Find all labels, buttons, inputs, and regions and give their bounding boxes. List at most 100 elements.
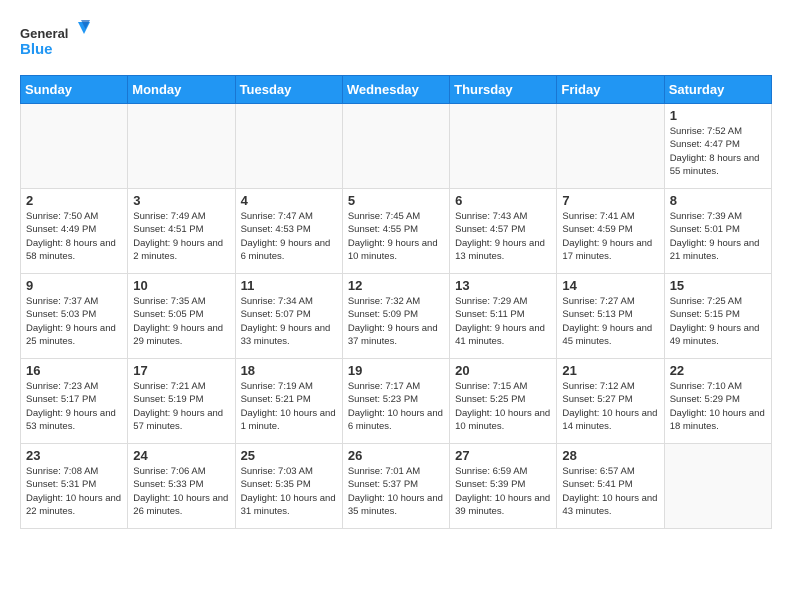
- header-sunday: Sunday: [21, 76, 128, 104]
- day-number: 13: [455, 278, 551, 293]
- calendar-cell: 26 Sunrise: 7:01 AM Sunset: 5:37 PM Dayli…: [342, 444, 449, 529]
- day-info: Sunrise: 6:57 AM Sunset: 5:41 PM Dayligh…: [562, 465, 658, 518]
- calendar-cell: 8 Sunrise: 7:39 AM Sunset: 5:01 PM Daylig…: [664, 189, 771, 274]
- calendar-cell: [128, 104, 235, 189]
- day-number: 7: [562, 193, 658, 208]
- day-info: Sunrise: 7:50 AM Sunset: 4:49 PM Dayligh…: [26, 210, 122, 263]
- day-info: Sunrise: 7:43 AM Sunset: 4:57 PM Dayligh…: [455, 210, 551, 263]
- day-info: Sunrise: 7:35 AM Sunset: 5:05 PM Dayligh…: [133, 295, 229, 348]
- header-friday: Friday: [557, 76, 664, 104]
- day-info: Sunrise: 7:29 AM Sunset: 5:11 PM Dayligh…: [455, 295, 551, 348]
- day-number: 4: [241, 193, 337, 208]
- day-number: 23: [26, 448, 122, 463]
- day-info: Sunrise: 7:27 AM Sunset: 5:13 PM Dayligh…: [562, 295, 658, 348]
- week-row-3: 16Sunrise: 7:23 AM Sunset: 5:17 PM Dayli…: [21, 359, 772, 444]
- day-info: Sunrise: 7:01 AM Sunset: 5:37 PM Dayligh…: [348, 465, 444, 518]
- day-number: 18: [241, 363, 337, 378]
- day-info: Sunrise: 7:19 AM Sunset: 5:21 PM Dayligh…: [241, 380, 337, 433]
- day-number: 22: [670, 363, 766, 378]
- day-info: Sunrise: 7:41 AM Sunset: 4:59 PM Dayligh…: [562, 210, 658, 263]
- day-info: Sunrise: 7:06 AM Sunset: 5:33 PM Dayligh…: [133, 465, 229, 518]
- week-row-2: 9 Sunrise: 7:37 AM Sunset: 5:03 PM Daylig…: [21, 274, 772, 359]
- day-number: 26: [348, 448, 444, 463]
- calendar-cell: 15 Sunrise: 7:25 AM Sunset: 5:15 PM Dayli…: [664, 274, 771, 359]
- day-number: 27: [455, 448, 551, 463]
- calendar-cell: 3 Sunrise: 7:49 AM Sunset: 4:51 PM Daylig…: [128, 189, 235, 274]
- calendar-cell: 20 Sunrise: 7:15 AM Sunset: 5:25 PM Dayli…: [450, 359, 557, 444]
- calendar-cell: 24 Sunrise: 7:06 AM Sunset: 5:33 PM Dayli…: [128, 444, 235, 529]
- day-info: Sunrise: 7:39 AM Sunset: 5:01 PM Dayligh…: [670, 210, 766, 263]
- week-row-4: 23 Sunrise: 7:08 AM Sunset: 5:31 PM Dayli…: [21, 444, 772, 529]
- logo: General Blue: [20, 20, 90, 65]
- day-number: 8: [670, 193, 766, 208]
- header-row: SundayMondayTuesdayWednesdayThursdayFrid…: [21, 76, 772, 104]
- header-monday: Monday: [128, 76, 235, 104]
- day-number: 28: [562, 448, 658, 463]
- calendar-cell: 11 Sunrise: 7:34 AM Sunset: 5:07 PM Dayli…: [235, 274, 342, 359]
- calendar-table: SundayMondayTuesdayWednesdayThursdayFrid…: [20, 75, 772, 529]
- day-number: 16: [26, 363, 122, 378]
- day-info: Sunrise: 7:08 AM Sunset: 5:31 PM Dayligh…: [26, 465, 122, 518]
- day-info: Sunrise: 7:49 AM Sunset: 4:51 PM Dayligh…: [133, 210, 229, 263]
- calendar-cell: 23 Sunrise: 7:08 AM Sunset: 5:31 PM Dayli…: [21, 444, 128, 529]
- logo-svg: General Blue: [20, 20, 90, 65]
- calendar-cell: [342, 104, 449, 189]
- day-info: Sunrise: 7:15 AM Sunset: 5:25 PM Dayligh…: [455, 380, 551, 433]
- calendar-cell: [557, 104, 664, 189]
- calendar-cell: 18 Sunrise: 7:19 AM Sunset: 5:21 PM Dayli…: [235, 359, 342, 444]
- day-info: Sunrise: 7:25 AM Sunset: 5:15 PM Dayligh…: [670, 295, 766, 348]
- calendar-cell: 12Sunrise: 7:32 AM Sunset: 5:09 PM Dayli…: [342, 274, 449, 359]
- calendar-cell: 9 Sunrise: 7:37 AM Sunset: 5:03 PM Daylig…: [21, 274, 128, 359]
- day-info: Sunrise: 7:47 AM Sunset: 4:53 PM Dayligh…: [241, 210, 337, 263]
- svg-text:General: General: [20, 26, 68, 41]
- day-number: 6: [455, 193, 551, 208]
- calendar-cell: 14 Sunrise: 7:27 AM Sunset: 5:13 PM Dayli…: [557, 274, 664, 359]
- day-number: 15: [670, 278, 766, 293]
- day-number: 2: [26, 193, 122, 208]
- day-info: Sunrise: 7:12 AM Sunset: 5:27 PM Dayligh…: [562, 380, 658, 433]
- day-info: Sunrise: 7:21 AM Sunset: 5:19 PM Dayligh…: [133, 380, 229, 433]
- day-number: 25: [241, 448, 337, 463]
- calendar-cell: 1 Sunrise: 7:52 AM Sunset: 4:47 PM Daylig…: [664, 104, 771, 189]
- day-number: 21: [562, 363, 658, 378]
- day-number: 10: [133, 278, 229, 293]
- calendar-cell: 28 Sunrise: 6:57 AM Sunset: 5:41 PM Dayli…: [557, 444, 664, 529]
- calendar-cell: [21, 104, 128, 189]
- calendar-cell: 22 Sunrise: 7:10 AM Sunset: 5:29 PM Dayli…: [664, 359, 771, 444]
- day-number: 24: [133, 448, 229, 463]
- calendar-cell: 17 Sunrise: 7:21 AM Sunset: 5:19 PM Dayli…: [128, 359, 235, 444]
- day-number: 9: [26, 278, 122, 293]
- calendar-cell: 25 Sunrise: 7:03 AM Sunset: 5:35 PM Dayli…: [235, 444, 342, 529]
- day-info: Sunrise: 6:59 AM Sunset: 5:39 PM Dayligh…: [455, 465, 551, 518]
- day-info: Sunrise: 7:03 AM Sunset: 5:35 PM Dayligh…: [241, 465, 337, 518]
- day-info: Sunrise: 7:52 AM Sunset: 4:47 PM Dayligh…: [670, 125, 766, 178]
- week-row-0: 1 Sunrise: 7:52 AM Sunset: 4:47 PM Daylig…: [21, 104, 772, 189]
- day-number: 11: [241, 278, 337, 293]
- day-info: Sunrise: 7:17 AM Sunset: 5:23 PM Dayligh…: [348, 380, 444, 433]
- calendar-cell: 4 Sunrise: 7:47 AM Sunset: 4:53 PM Daylig…: [235, 189, 342, 274]
- day-number: 17: [133, 363, 229, 378]
- header-thursday: Thursday: [450, 76, 557, 104]
- header-tuesday: Tuesday: [235, 76, 342, 104]
- calendar-cell: [664, 444, 771, 529]
- day-info: Sunrise: 7:45 AM Sunset: 4:55 PM Dayligh…: [348, 210, 444, 263]
- calendar-cell: 16Sunrise: 7:23 AM Sunset: 5:17 PM Dayli…: [21, 359, 128, 444]
- calendar-cell: 7 Sunrise: 7:41 AM Sunset: 4:59 PM Daylig…: [557, 189, 664, 274]
- day-number: 3: [133, 193, 229, 208]
- day-info: Sunrise: 7:34 AM Sunset: 5:07 PM Dayligh…: [241, 295, 337, 348]
- calendar-cell: [235, 104, 342, 189]
- header-wednesday: Wednesday: [342, 76, 449, 104]
- calendar-cell: 13 Sunrise: 7:29 AM Sunset: 5:11 PM Dayli…: [450, 274, 557, 359]
- svg-text:Blue: Blue: [20, 41, 53, 58]
- day-number: 1: [670, 108, 766, 123]
- day-info: Sunrise: 7:10 AM Sunset: 5:29 PM Dayligh…: [670, 380, 766, 433]
- page-header: General Blue: [20, 20, 772, 65]
- calendar-cell: [450, 104, 557, 189]
- day-number: 19: [348, 363, 444, 378]
- day-info: Sunrise: 7:37 AM Sunset: 5:03 PM Dayligh…: [26, 295, 122, 348]
- calendar-cell: 6 Sunrise: 7:43 AM Sunset: 4:57 PM Daylig…: [450, 189, 557, 274]
- header-saturday: Saturday: [664, 76, 771, 104]
- day-number: 20: [455, 363, 551, 378]
- day-number: 12: [348, 278, 444, 293]
- day-number: 14: [562, 278, 658, 293]
